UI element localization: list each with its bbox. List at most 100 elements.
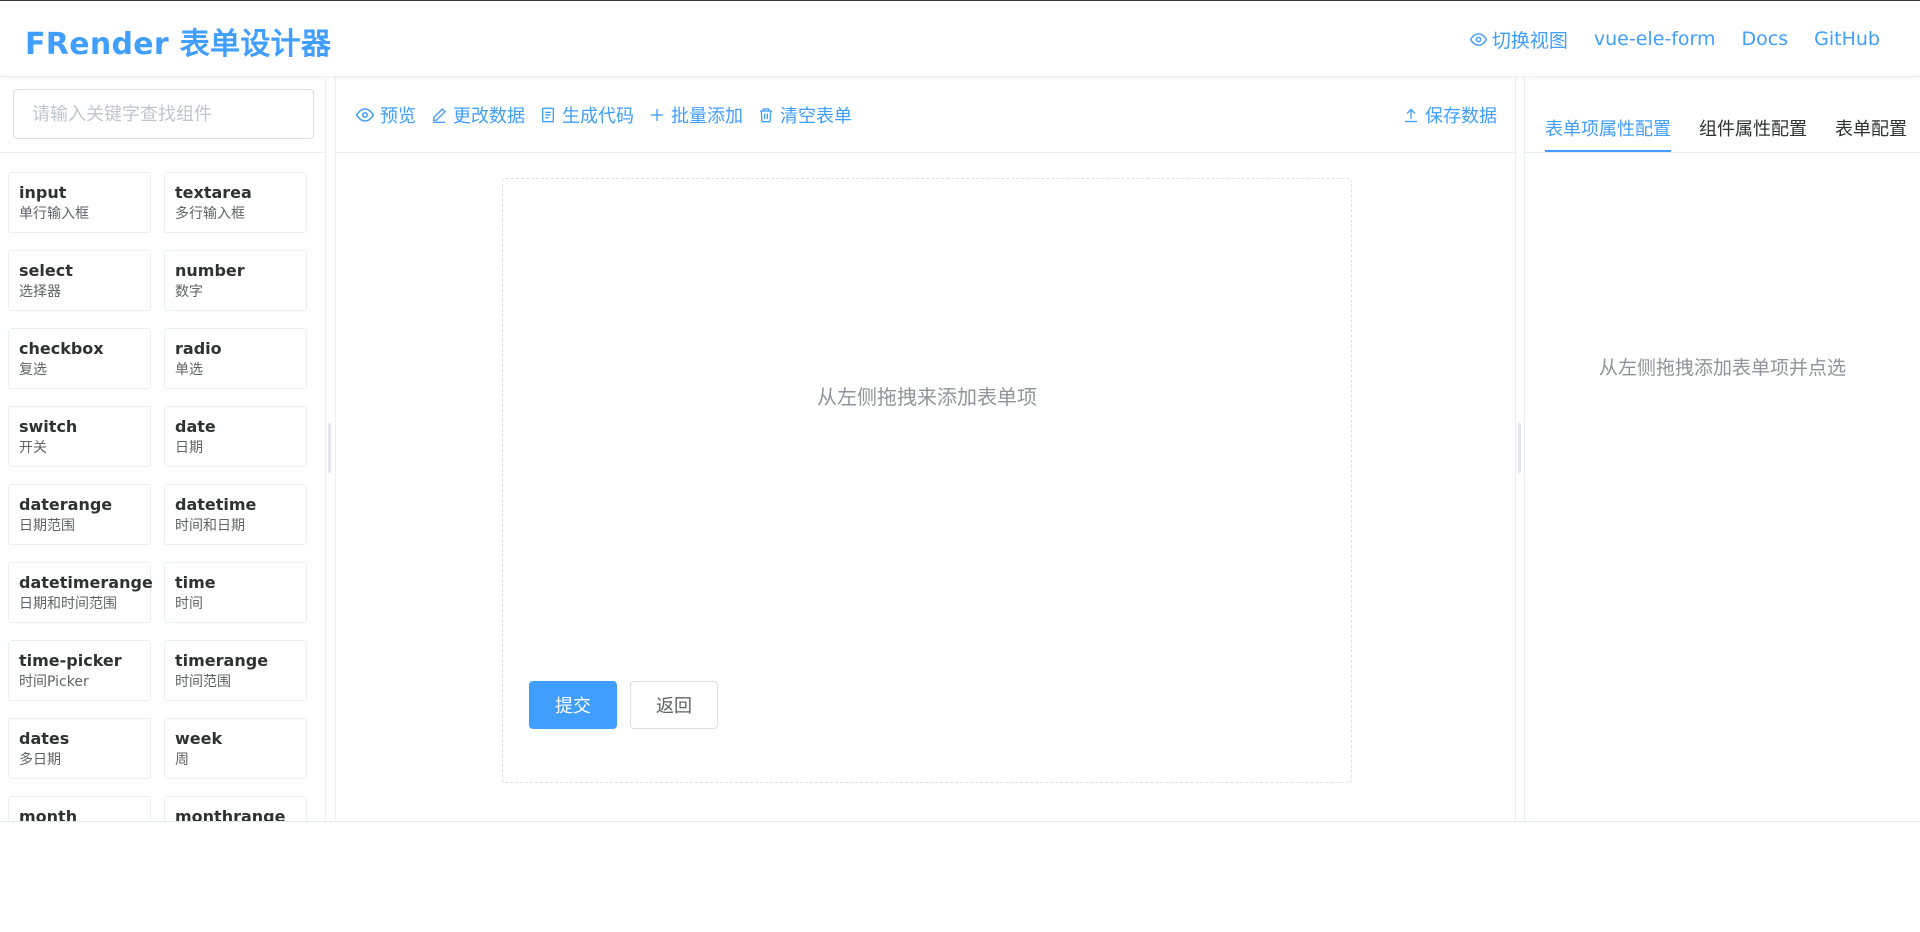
component-label: 时间 bbox=[175, 596, 203, 612]
design-toolbar: 预览 更改数据 生成代码 批量添加 清空表单 保存数据 bbox=[336, 77, 1515, 153]
component-name: time-picker bbox=[19, 651, 122, 670]
upload-icon bbox=[1405, 108, 1417, 122]
generate-code-button[interactable]: 生成代码 bbox=[540, 102, 634, 128]
form-canvas[interactable]: 从左侧拖拽来添加表单项 提交 返回 bbox=[502, 178, 1352, 783]
search-wrap bbox=[0, 77, 325, 153]
app-header: FRender 表单设计器 切换视图 vue-ele-form Docs Git… bbox=[0, 1, 1920, 77]
component-name: month bbox=[19, 807, 78, 822]
component-name: monthrange bbox=[175, 807, 286, 822]
component-name: textarea bbox=[175, 183, 252, 202]
clear-form-label: 清空表单 bbox=[780, 105, 852, 127]
component-item[interactable]: timerange 时间范围 bbox=[164, 640, 307, 701]
vue-ele-form-link[interactable]: vue-ele-form bbox=[1594, 28, 1716, 50]
component-label: 单行输入框 bbox=[19, 206, 89, 222]
back-button[interactable]: 返回 bbox=[630, 681, 718, 729]
component-label: 日期范围 bbox=[19, 518, 75, 534]
batch-add-label: 批量添加 bbox=[671, 105, 743, 127]
component-name: dates bbox=[19, 729, 70, 748]
tab-form-item-props[interactable]: 表单项属性配置 bbox=[1545, 115, 1671, 152]
component-name: datetimerange bbox=[19, 573, 153, 592]
component-label: 时间范围 bbox=[175, 674, 231, 690]
component-item[interactable]: checkbox 复选 bbox=[8, 328, 151, 389]
left-resize-handle[interactable] bbox=[328, 423, 331, 473]
component-name: number bbox=[175, 261, 245, 280]
component-list: input 单行输入框 textarea 多行输入框 select 选择器 numbe… bbox=[8, 172, 308, 822]
component-label: 时间Picker bbox=[19, 674, 89, 690]
component-label: 周 bbox=[175, 752, 189, 768]
component-name: daterange bbox=[19, 495, 113, 514]
component-name: input bbox=[19, 183, 67, 202]
component-item[interactable]: time 时间 bbox=[164, 562, 307, 623]
generate-code-label: 生成代码 bbox=[562, 105, 634, 127]
app-logo[interactable]: FRender 表单设计器 bbox=[25, 19, 331, 63]
component-item[interactable]: number 数字 bbox=[164, 250, 307, 311]
design-area: 预览 更改数据 生成代码 批量添加 清空表单 保存数据 从左侧拖拽来添加表单项 … bbox=[335, 77, 1516, 822]
component-item[interactable]: textarea 多行输入框 bbox=[164, 172, 307, 233]
component-item[interactable]: datetimerange 日期和时间范围 bbox=[8, 562, 153, 623]
component-name: datetime bbox=[175, 495, 257, 514]
batch-add-button[interactable]: 批量添加 bbox=[649, 102, 743, 128]
component-label: 多行输入框 bbox=[175, 206, 245, 222]
component-item[interactable]: daterange 日期范围 bbox=[8, 484, 151, 545]
clear-form-button[interactable]: 清空表单 bbox=[758, 102, 852, 128]
canvas-empty-hint: 从左侧拖拽来添加表单项 bbox=[817, 385, 1037, 409]
component-name: radio bbox=[175, 339, 222, 358]
preview-button[interactable]: 预览 bbox=[356, 102, 416, 128]
property-panel: 表单项属性配置 组件属性配置 表单配置 从左侧拖拽添加表单项并点选 bbox=[1524, 77, 1920, 822]
tab-component-props[interactable]: 组件属性配置 bbox=[1699, 115, 1807, 152]
component-item[interactable]: week 周 bbox=[164, 718, 307, 779]
component-name: week bbox=[175, 729, 223, 748]
plus-icon bbox=[651, 108, 663, 121]
change-data-label: 更改数据 bbox=[453, 105, 525, 127]
component-name: date bbox=[175, 417, 216, 436]
component-item[interactable]: month bbox=[8, 796, 151, 822]
component-item[interactable]: time-picker 时间Picker bbox=[8, 640, 151, 701]
component-label: 多日期 bbox=[19, 752, 61, 768]
component-item[interactable]: datetime 时间和日期 bbox=[164, 484, 307, 545]
component-item[interactable]: radio 单选 bbox=[164, 328, 307, 389]
component-label: 复选 bbox=[19, 362, 47, 378]
component-name: select bbox=[19, 261, 73, 280]
eye-icon bbox=[1469, 32, 1487, 46]
app-root: FRender 表单设计器 切换视图 vue-ele-form Docs Git… bbox=[0, 0, 1920, 822]
component-item[interactable]: monthrange bbox=[164, 796, 307, 822]
header-nav: 切换视图 vue-ele-form Docs GitHub bbox=[1444, 1, 1880, 77]
document-icon bbox=[542, 107, 554, 122]
component-item[interactable]: input 单行输入框 bbox=[8, 172, 151, 233]
component-item[interactable]: dates 多日期 bbox=[8, 718, 151, 779]
component-sidebar: input 单行输入框 textarea 多行输入框 select 选择器 numbe… bbox=[0, 77, 326, 822]
component-search-input[interactable] bbox=[13, 89, 314, 139]
component-label: 开关 bbox=[19, 440, 47, 456]
right-resize-handle[interactable] bbox=[1518, 423, 1521, 473]
edit-icon bbox=[433, 107, 446, 123]
component-label: 日期 bbox=[175, 440, 203, 456]
save-data-label: 保存数据 bbox=[1425, 106, 1497, 127]
preview-label: 预览 bbox=[380, 105, 416, 127]
component-item[interactable]: date 日期 bbox=[164, 406, 307, 467]
tab-form-config[interactable]: 表单配置 bbox=[1835, 115, 1907, 152]
component-label: 数字 bbox=[175, 284, 203, 300]
trash-icon bbox=[760, 107, 772, 122]
component-label: 日期和时间范围 bbox=[19, 596, 117, 612]
save-data-button[interactable]: 保存数据 bbox=[1403, 102, 1497, 128]
eye-icon bbox=[356, 107, 374, 122]
property-empty-hint: 从左侧拖拽添加表单项并点选 bbox=[1598, 357, 1846, 379]
component-name: timerange bbox=[175, 651, 269, 670]
submit-button[interactable]: 提交 bbox=[529, 681, 617, 729]
component-name: switch bbox=[19, 417, 78, 436]
component-name: time bbox=[175, 573, 216, 592]
component-label: 时间和日期 bbox=[175, 518, 245, 534]
component-item[interactable]: switch 开关 bbox=[8, 406, 151, 467]
property-tabs: 表单项属性配置 组件属性配置 表单配置 bbox=[1525, 77, 1920, 153]
change-data-button[interactable]: 更改数据 bbox=[431, 102, 525, 128]
page-bottom-divider bbox=[0, 821, 1920, 822]
github-link[interactable]: GitHub bbox=[1814, 28, 1880, 50]
component-name: checkbox bbox=[19, 339, 104, 358]
switch-view-label: 切换视图 bbox=[1491, 29, 1568, 52]
switch-view-link[interactable]: 切换视图 bbox=[1469, 26, 1568, 53]
component-label: 单选 bbox=[175, 362, 203, 378]
component-label: 选择器 bbox=[19, 284, 61, 300]
toolbar-right: 保存数据 bbox=[1403, 77, 1497, 153]
component-item[interactable]: select 选择器 bbox=[8, 250, 151, 311]
docs-link[interactable]: Docs bbox=[1742, 28, 1789, 50]
